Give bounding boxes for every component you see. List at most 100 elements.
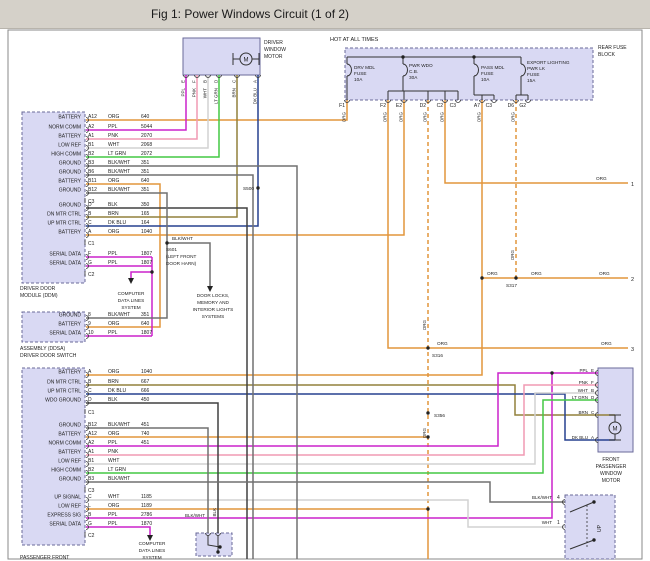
- wire-color-label: ORG: [596, 176, 607, 181]
- passenger-motor-label: MOTOR: [602, 478, 621, 484]
- row-pin: A1: [88, 449, 94, 455]
- ddsa-label: ASSEMBLY (DDSA): [20, 346, 65, 352]
- fuse-pin-label: G2: [519, 103, 526, 109]
- row-pin: A2: [88, 440, 94, 446]
- row-function-label: UP MTR CTRL: [47, 221, 81, 227]
- wire-color-label: DK BLU: [572, 435, 588, 440]
- row-wire-color: BLK/WHT: [108, 422, 130, 428]
- row-wire-color: ORG: [108, 369, 120, 375]
- row-wire-color: PPL: [108, 260, 118, 266]
- row-function-label: GROUND: [59, 313, 82, 319]
- row-circuit-number: 1807: [141, 260, 152, 266]
- wire-color-label: PPL: [579, 368, 588, 373]
- splice-dot: [216, 550, 219, 553]
- row-function-label: HIGH COMM: [51, 468, 81, 474]
- row-wire-color: PNK: [108, 133, 119, 139]
- row-circuit-number: 5044: [141, 124, 152, 130]
- row-pin: A12: [88, 114, 97, 120]
- fuse-label: 30A: [409, 75, 418, 80]
- row-function-label: BATTERY: [58, 432, 81, 438]
- row-circuit-number: 640: [141, 114, 150, 120]
- splice-dot: [472, 55, 475, 58]
- row-function-label: LOW REF: [58, 504, 81, 510]
- row-circuit-number: 1040: [141, 229, 152, 235]
- fuse-pin-label: C3: [486, 103, 493, 109]
- row-function-label: BATTERY: [58, 230, 81, 236]
- wire-color-label: ORG: [342, 112, 347, 123]
- row-circuit-number: 2070: [141, 133, 152, 139]
- computer-data-lines-label: COMPUTER: [118, 291, 145, 296]
- motor-pin-letter: F: [192, 80, 197, 83]
- wire-color-label: ORG: [477, 112, 482, 123]
- edge-circuit-3: 3: [631, 347, 634, 353]
- fuse-label: 10A: [481, 77, 490, 82]
- splice-dot: [401, 55, 404, 58]
- row-wire-color: ORG: [108, 503, 120, 509]
- fuse-pin-label: D2: [420, 103, 427, 109]
- row-circuit-number: 1040: [141, 369, 152, 375]
- row-function-label: GROUND: [59, 477, 82, 483]
- row-circuit-number: 667: [141, 379, 150, 385]
- computer-data-lines-label: SYSTEM: [142, 555, 161, 560]
- edge-circuit-2: 2: [631, 277, 634, 283]
- row-circuit-number: 2072: [141, 151, 152, 157]
- rear-fuse-block-label: BLOCK: [598, 52, 616, 58]
- row-wire-color: BLK/WHT: [108, 169, 130, 175]
- wire-color-label: BRN: [232, 88, 237, 98]
- wire-color-label: PPL: [181, 88, 186, 97]
- fuse-label: FUSE: [527, 72, 540, 77]
- computer-data-lines-label: DATA LINES: [139, 548, 165, 553]
- motor-pin-letter: A: [591, 435, 594, 440]
- driver-motor-label: WINDOW: [264, 47, 286, 53]
- row-function-label: GROUND: [59, 161, 82, 167]
- row-pin: B6: [88, 169, 94, 175]
- row-wire-color: LT GRN: [108, 151, 126, 157]
- row-pin: B1: [88, 142, 94, 148]
- row-function-label: DN MTR CTRL: [47, 380, 81, 386]
- row-pin: G: [88, 521, 92, 527]
- fuse-label: C.B.: [409, 69, 418, 74]
- motor-letter: M: [244, 58, 249, 64]
- fuse-label: FUSE: [481, 71, 494, 76]
- motor-pin-letter: A: [253, 80, 258, 83]
- fuse-pin-label: D6: [508, 103, 515, 109]
- row-wire-color: ORG: [108, 178, 120, 184]
- computer-data-lines-label: DATA LINES: [118, 298, 144, 303]
- row-pin: C: [88, 388, 92, 394]
- row-pin: B2: [88, 467, 94, 473]
- splice-dot: [480, 276, 483, 279]
- row-circuit-number: 2786: [141, 512, 152, 518]
- switch-pin-number: 1: [557, 520, 560, 526]
- hot-at-all-times-label: HOT AT ALL TIMES: [330, 37, 379, 43]
- computer-data-lines-label: SYSTEM: [121, 305, 140, 310]
- wire-color-label: ORG: [487, 271, 498, 276]
- wire-color-label: ORG: [399, 112, 404, 123]
- wire-color-label: BLK/WHT: [172, 236, 193, 241]
- connector-id: C1: [88, 241, 95, 247]
- row-wire-color: BLK/WHT: [108, 312, 130, 318]
- row-wire-color: PPL: [108, 521, 118, 527]
- row-pin: B3: [88, 160, 94, 166]
- ddm-label: MODULE (DDM): [20, 293, 58, 299]
- row-function-label: UP SIGNAL: [54, 495, 81, 501]
- motor-pin-letter: E: [181, 80, 186, 83]
- switch-up-label: UP: [597, 524, 603, 532]
- row-function-label: BATTERY: [58, 115, 81, 121]
- wire-color-label: PNK: [579, 380, 588, 385]
- row-pin: 10: [88, 330, 94, 336]
- row-wire-color: LT GRN: [108, 467, 126, 473]
- door-locks-systems-label: INTERIOR LIGHTS: [193, 307, 234, 312]
- row-wire-color: BLK: [108, 202, 118, 208]
- row-circuit-number: 1807: [141, 251, 152, 257]
- fuse-label: 15A: [527, 78, 536, 83]
- row-function-label: LOW REF: [58, 459, 81, 465]
- splice-dot: [426, 507, 429, 510]
- splice-dot: [218, 545, 221, 548]
- wire-color-label: WHT: [578, 388, 588, 393]
- fuse-pin-label: E2: [396, 103, 402, 109]
- motor-pin-letter: B: [591, 388, 594, 393]
- row-function-label: GROUND: [59, 423, 82, 429]
- fuse-label: DRV MDL: [354, 65, 375, 70]
- ground-splice-box: [196, 533, 232, 556]
- wire-color-label: LT GRN: [572, 395, 588, 400]
